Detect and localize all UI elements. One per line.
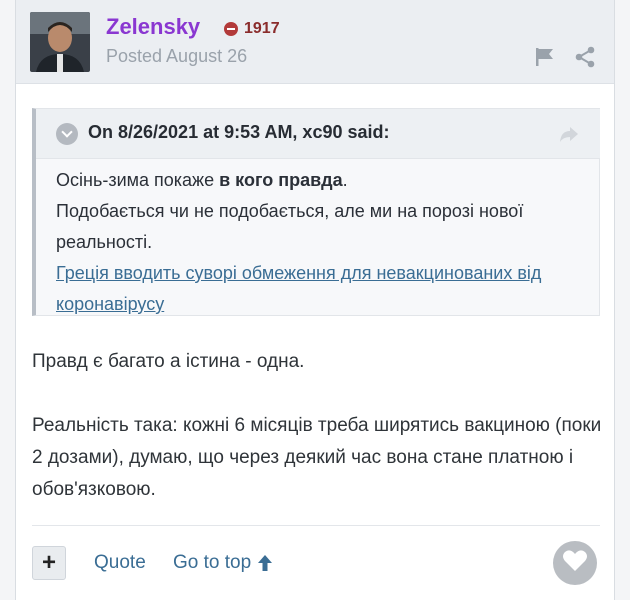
quote-header: On 8/26/2021 at 9:53 AM, xc90 said: bbox=[36, 109, 600, 159]
reply-arrow-icon[interactable] bbox=[558, 123, 580, 145]
post-header: Zelensky 1917 Posted August 26 bbox=[16, 0, 614, 84]
go-to-top-link[interactable]: Go to top bbox=[173, 552, 273, 574]
rep-minus-icon bbox=[224, 22, 238, 36]
forum-post: Zelensky 1917 Posted August 26 On 8/26/2… bbox=[15, 0, 615, 600]
share-icon[interactable] bbox=[574, 46, 596, 68]
go-to-top-label: Go to top bbox=[173, 552, 252, 573]
avatar[interactable] bbox=[30, 12, 90, 72]
reputation-badge: 1917 bbox=[224, 20, 280, 38]
quote-line-1-prefix: Осінь-зима покаже bbox=[56, 170, 220, 190]
content-paragraph-1: Правд є багато а істина - одна. bbox=[32, 351, 305, 372]
heart-icon bbox=[562, 549, 588, 578]
chevron-down-icon[interactable] bbox=[56, 123, 78, 145]
quote-citation: On 8/26/2021 at 9:53 AM, xc90 said: bbox=[88, 122, 390, 142]
quote-button[interactable]: Quote bbox=[94, 552, 146, 574]
post-content: Правд є багато а істина - одна. Реальніс… bbox=[32, 346, 602, 538]
post-date[interactable]: Posted August 26 bbox=[106, 46, 247, 67]
quote-line-1-suffix: . bbox=[342, 170, 348, 190]
author-name[interactable]: Zelensky bbox=[106, 14, 200, 40]
quote-body: Осінь-зима покаже в кого правда. Подобає… bbox=[56, 165, 586, 320]
multiquote-plus-button[interactable]: + bbox=[32, 546, 66, 580]
content-paragraph-2: Реальність така: кожні 6 місяців треба ш… bbox=[32, 415, 602, 500]
flag-icon[interactable] bbox=[534, 46, 556, 68]
arrow-up-icon bbox=[257, 554, 273, 572]
quote-news-link[interactable]: Греція вводить суворі обмеження для нева… bbox=[56, 263, 541, 314]
quote-line-1: Осінь-зима покаже в кого правда. bbox=[56, 165, 586, 196]
quote-line-1-bold: в кого правда bbox=[219, 170, 343, 190]
quote-block: On 8/26/2021 at 9:53 AM, xc90 said: Осін… bbox=[32, 108, 600, 316]
like-button[interactable] bbox=[553, 541, 597, 585]
reputation-count: 1917 bbox=[244, 20, 280, 37]
quote-line-2: Подобається чи не подобається, але ми на… bbox=[56, 201, 524, 252]
divider bbox=[32, 525, 600, 526]
